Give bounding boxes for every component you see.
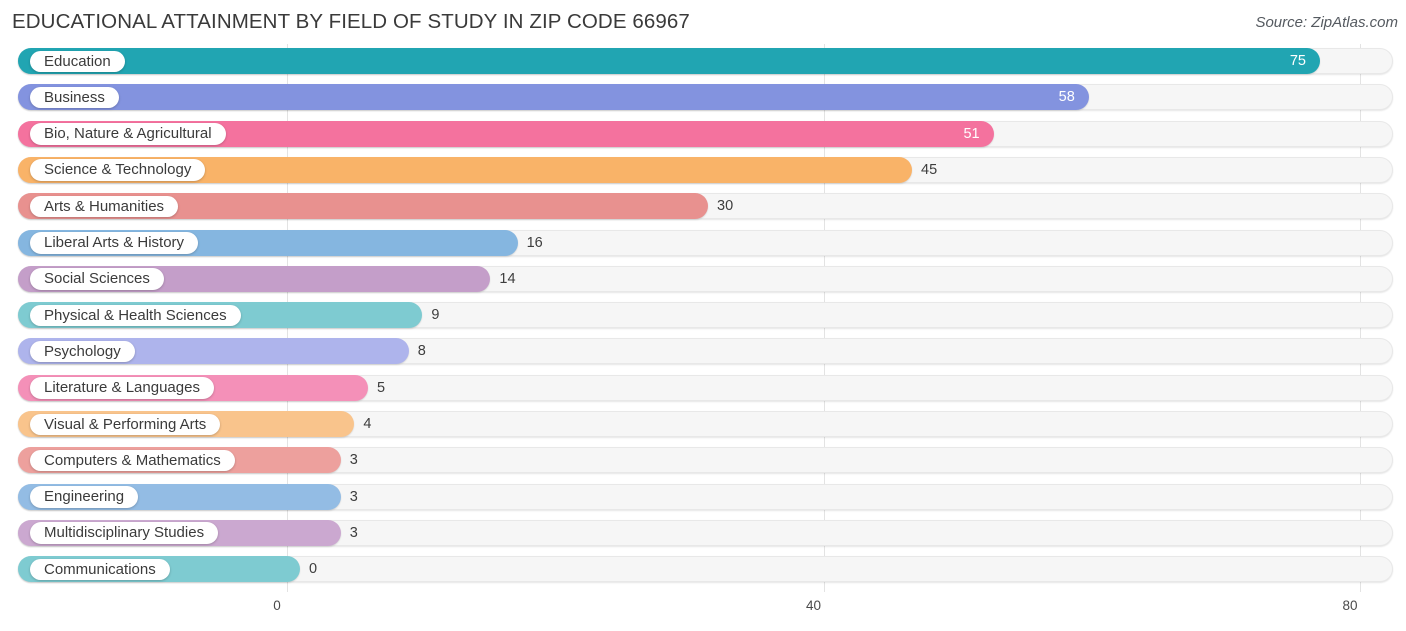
category-label[interactable]: Multidisciplinary Studies	[30, 522, 219, 544]
bar-value-label: 16	[526, 234, 543, 251]
chart-page: EDUCATIONAL ATTAINMENT BY FIELD OF STUDY…	[0, 0, 1406, 631]
category-label[interactable]: Social Sciences	[30, 268, 164, 290]
chart-row[interactable]: 14 Social Sciences	[0, 262, 1406, 298]
category-label[interactable]: Communications	[30, 558, 170, 581]
category-label[interactable]: Physical & Health Sciences	[30, 304, 241, 327]
chart-row[interactable]: 16 Liberal Arts & History	[0, 226, 1406, 262]
chart-row[interactable]: 9 Physical & Health Sciences	[0, 298, 1406, 334]
category-label[interactable]: Literature & Languages	[30, 377, 214, 399]
chart-row[interactable]: 45 Science & Technology	[0, 153, 1406, 189]
chart-row[interactable]: 5 Literature & Languages	[0, 371, 1406, 407]
bar-value-label: 0	[309, 561, 318, 578]
x-tick-label: 80	[1342, 598, 1358, 613]
category-label[interactable]: Science & Technology	[30, 159, 206, 181]
chart-row[interactable]: 3 Computers & Mathematics	[0, 443, 1406, 479]
source-attribution: Source: ZipAtlas.com	[1255, 14, 1398, 31]
chart-row[interactable]: 3 Multidisciplinary Studies	[0, 516, 1406, 552]
chart-row[interactable]: 58 Business	[0, 80, 1406, 116]
chart-row[interactable]: 30 Arts & Humanities	[0, 189, 1406, 225]
page-title: EDUCATIONAL ATTAINMENT BY FIELD OF STUDY…	[12, 10, 690, 33]
bar-value-label: 3	[349, 488, 358, 505]
category-label[interactable]: Visual & Performing Arts	[30, 413, 221, 435]
chart-row[interactable]: 0 Communications	[0, 552, 1406, 588]
chart-row[interactable]: 8 Psychology	[0, 334, 1406, 370]
bar-value-label: 8	[417, 343, 426, 360]
x-tick-label: 40	[805, 598, 822, 613]
category-label[interactable]: Bio, Nature & Agricultural	[30, 123, 226, 145]
category-label[interactable]: Arts & Humanities	[30, 195, 179, 218]
category-label[interactable]: Education	[30, 50, 125, 72]
category-label[interactable]: Business	[30, 86, 119, 109]
chart-plot-area: 75 Education 58 Business 51 Bio, Nature & Agr…	[0, 44, 1406, 592]
bar-value-label: 3	[349, 452, 358, 469]
category-label[interactable]: Liberal Arts & History	[30, 232, 199, 254]
bar-value-label: 75	[1289, 53, 1306, 69]
x-tick-label: 0	[273, 598, 281, 613]
bar-value-label: 3	[349, 524, 358, 541]
chart-header: EDUCATIONAL ATTAINMENT BY FIELD OF STUDY…	[0, 0, 1406, 42]
category-label[interactable]: Engineering	[30, 486, 139, 508]
category-label[interactable]: Psychology	[30, 340, 135, 363]
category-label[interactable]: Computers & Mathematics	[30, 449, 235, 472]
bar-value-label: 58	[1058, 89, 1075, 106]
bar-value-label: 5	[377, 379, 386, 396]
chart-row[interactable]: 51 Bio, Nature & Agricultural	[0, 117, 1406, 153]
x-axis: 0 40 80	[0, 592, 1406, 631]
chart-row[interactable]: 3 Engineering	[0, 480, 1406, 516]
bar-value-label: 14	[499, 270, 516, 287]
chart-row[interactable]: 75 Education	[0, 44, 1406, 80]
bar-value-label: 30	[717, 198, 734, 215]
chart-row[interactable]: 4 Visual & Performing Arts	[0, 407, 1406, 443]
bar-value-label: 4	[363, 416, 372, 432]
bar-value-label: 45	[921, 161, 938, 178]
bar-value-label: 9	[431, 307, 440, 324]
